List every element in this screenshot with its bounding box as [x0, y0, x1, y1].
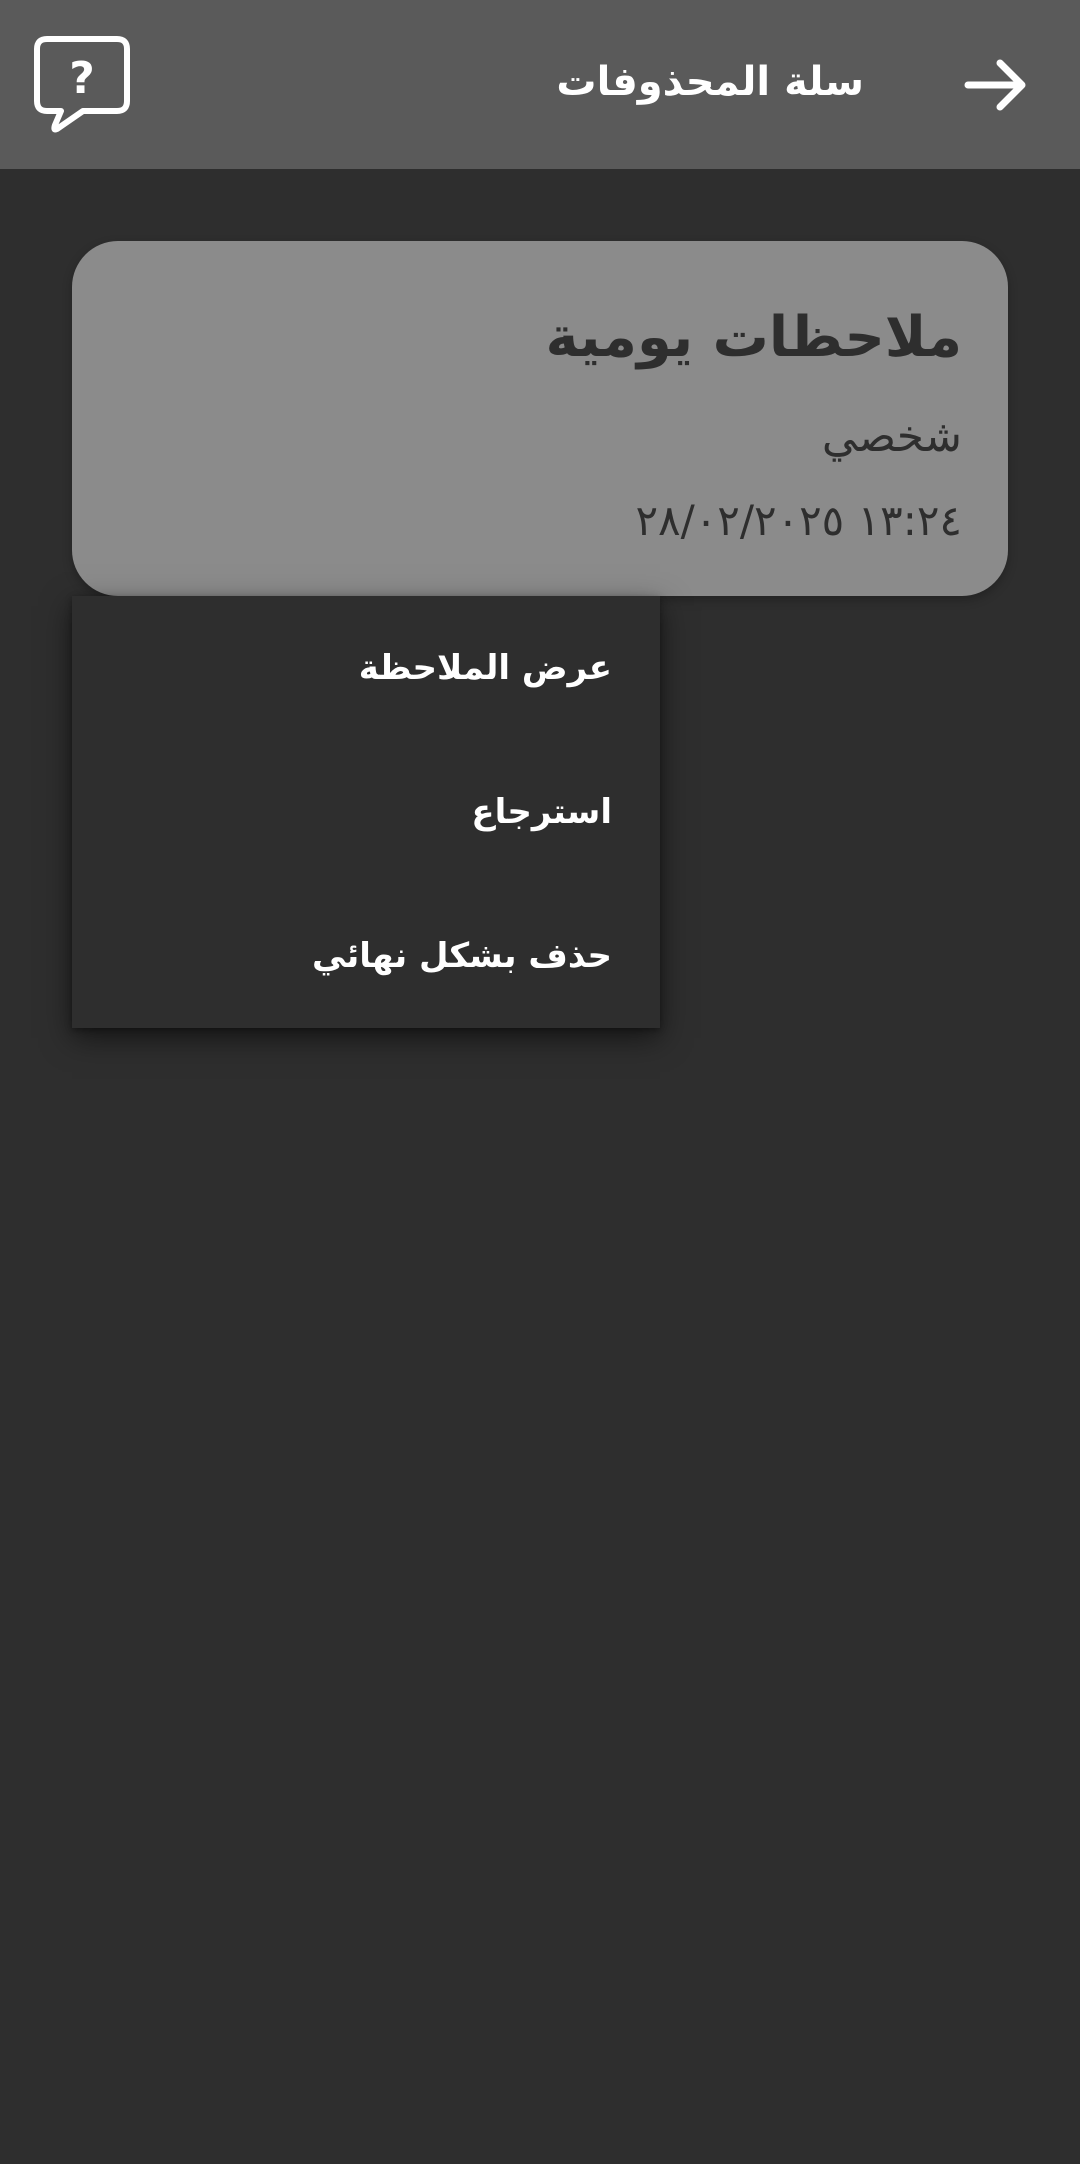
page-title: سلة المحذوفات — [556, 59, 864, 105]
menu-item-view-note[interactable]: عرض الملاحظة — [72, 596, 660, 740]
help-button[interactable]: ? — [33, 35, 131, 135]
app-header: ? سلة المحذوفات — [0, 0, 1080, 169]
menu-item-restore[interactable]: استرجاع — [72, 740, 660, 884]
note-category: شخصي — [821, 411, 962, 462]
menu-item-delete-permanently[interactable]: حذف بشكل نهائي — [72, 884, 660, 1028]
arrow-right-icon — [964, 59, 1026, 111]
svg-text:?: ? — [69, 53, 95, 104]
note-datetime: ١٣:٢٤ ٢٨/٠٢/٢٠٢٥ — [635, 496, 962, 545]
back-button[interactable] — [956, 45, 1036, 125]
note-context-menu: عرض الملاحظة استرجاع حذف بشكل نهائي — [72, 596, 660, 1028]
note-title: ملاحظات يومية — [545, 305, 962, 370]
help-speech-bubble-icon: ? — [34, 36, 130, 133]
note-card[interactable]: ملاحظات يومية شخصي ١٣:٢٤ ٢٨/٠٢/٢٠٢٥ — [72, 241, 1008, 596]
